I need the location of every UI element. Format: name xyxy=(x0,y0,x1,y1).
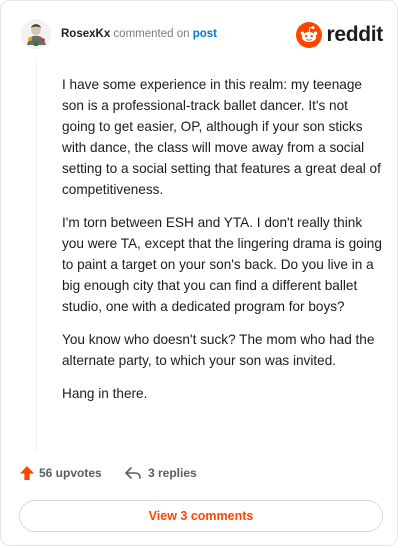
reply-count: 3 replies xyxy=(148,466,197,480)
comment-body: I have some experience in this realm: my… xyxy=(62,74,384,416)
upvote-arrow-icon xyxy=(20,466,34,480)
replies-button[interactable]: 3 replies xyxy=(124,465,197,481)
upvote-button[interactable]: 56 upvotes xyxy=(19,465,102,481)
user-avatar[interactable] xyxy=(21,19,51,49)
reddit-wordmark: reddit xyxy=(326,23,383,46)
commented-on-label: commented on xyxy=(113,28,190,40)
reddit-logo[interactable]: reddit xyxy=(296,22,383,48)
comment-paragraph: You know who doesn't suck? The mom who h… xyxy=(62,332,375,368)
comment-paragraph: I'm torn between ESH and YTA. I don't re… xyxy=(62,215,382,314)
reddit-snoo-icon xyxy=(296,22,323,48)
comment-actions: 56 upvotes 3 replies xyxy=(19,465,379,487)
view-comments-button[interactable]: View 3 comments xyxy=(19,500,383,532)
comment-paragraph: Hang in there. xyxy=(62,386,148,401)
upvote-count: 56 upvotes xyxy=(39,466,102,480)
comment-paragraph: I have some experience in this realm: my… xyxy=(62,77,381,197)
reply-arrow-icon xyxy=(125,467,141,479)
post-link[interactable]: post xyxy=(193,28,217,40)
comment-byline: RosexKx commented on post xyxy=(61,27,217,41)
comment-card: RosexKx commented on post reddit I have … xyxy=(0,0,398,546)
thread-line xyxy=(36,59,37,451)
username-link[interactable]: RosexKx xyxy=(61,28,110,40)
comment-header: RosexKx commented on post reddit xyxy=(21,19,383,49)
